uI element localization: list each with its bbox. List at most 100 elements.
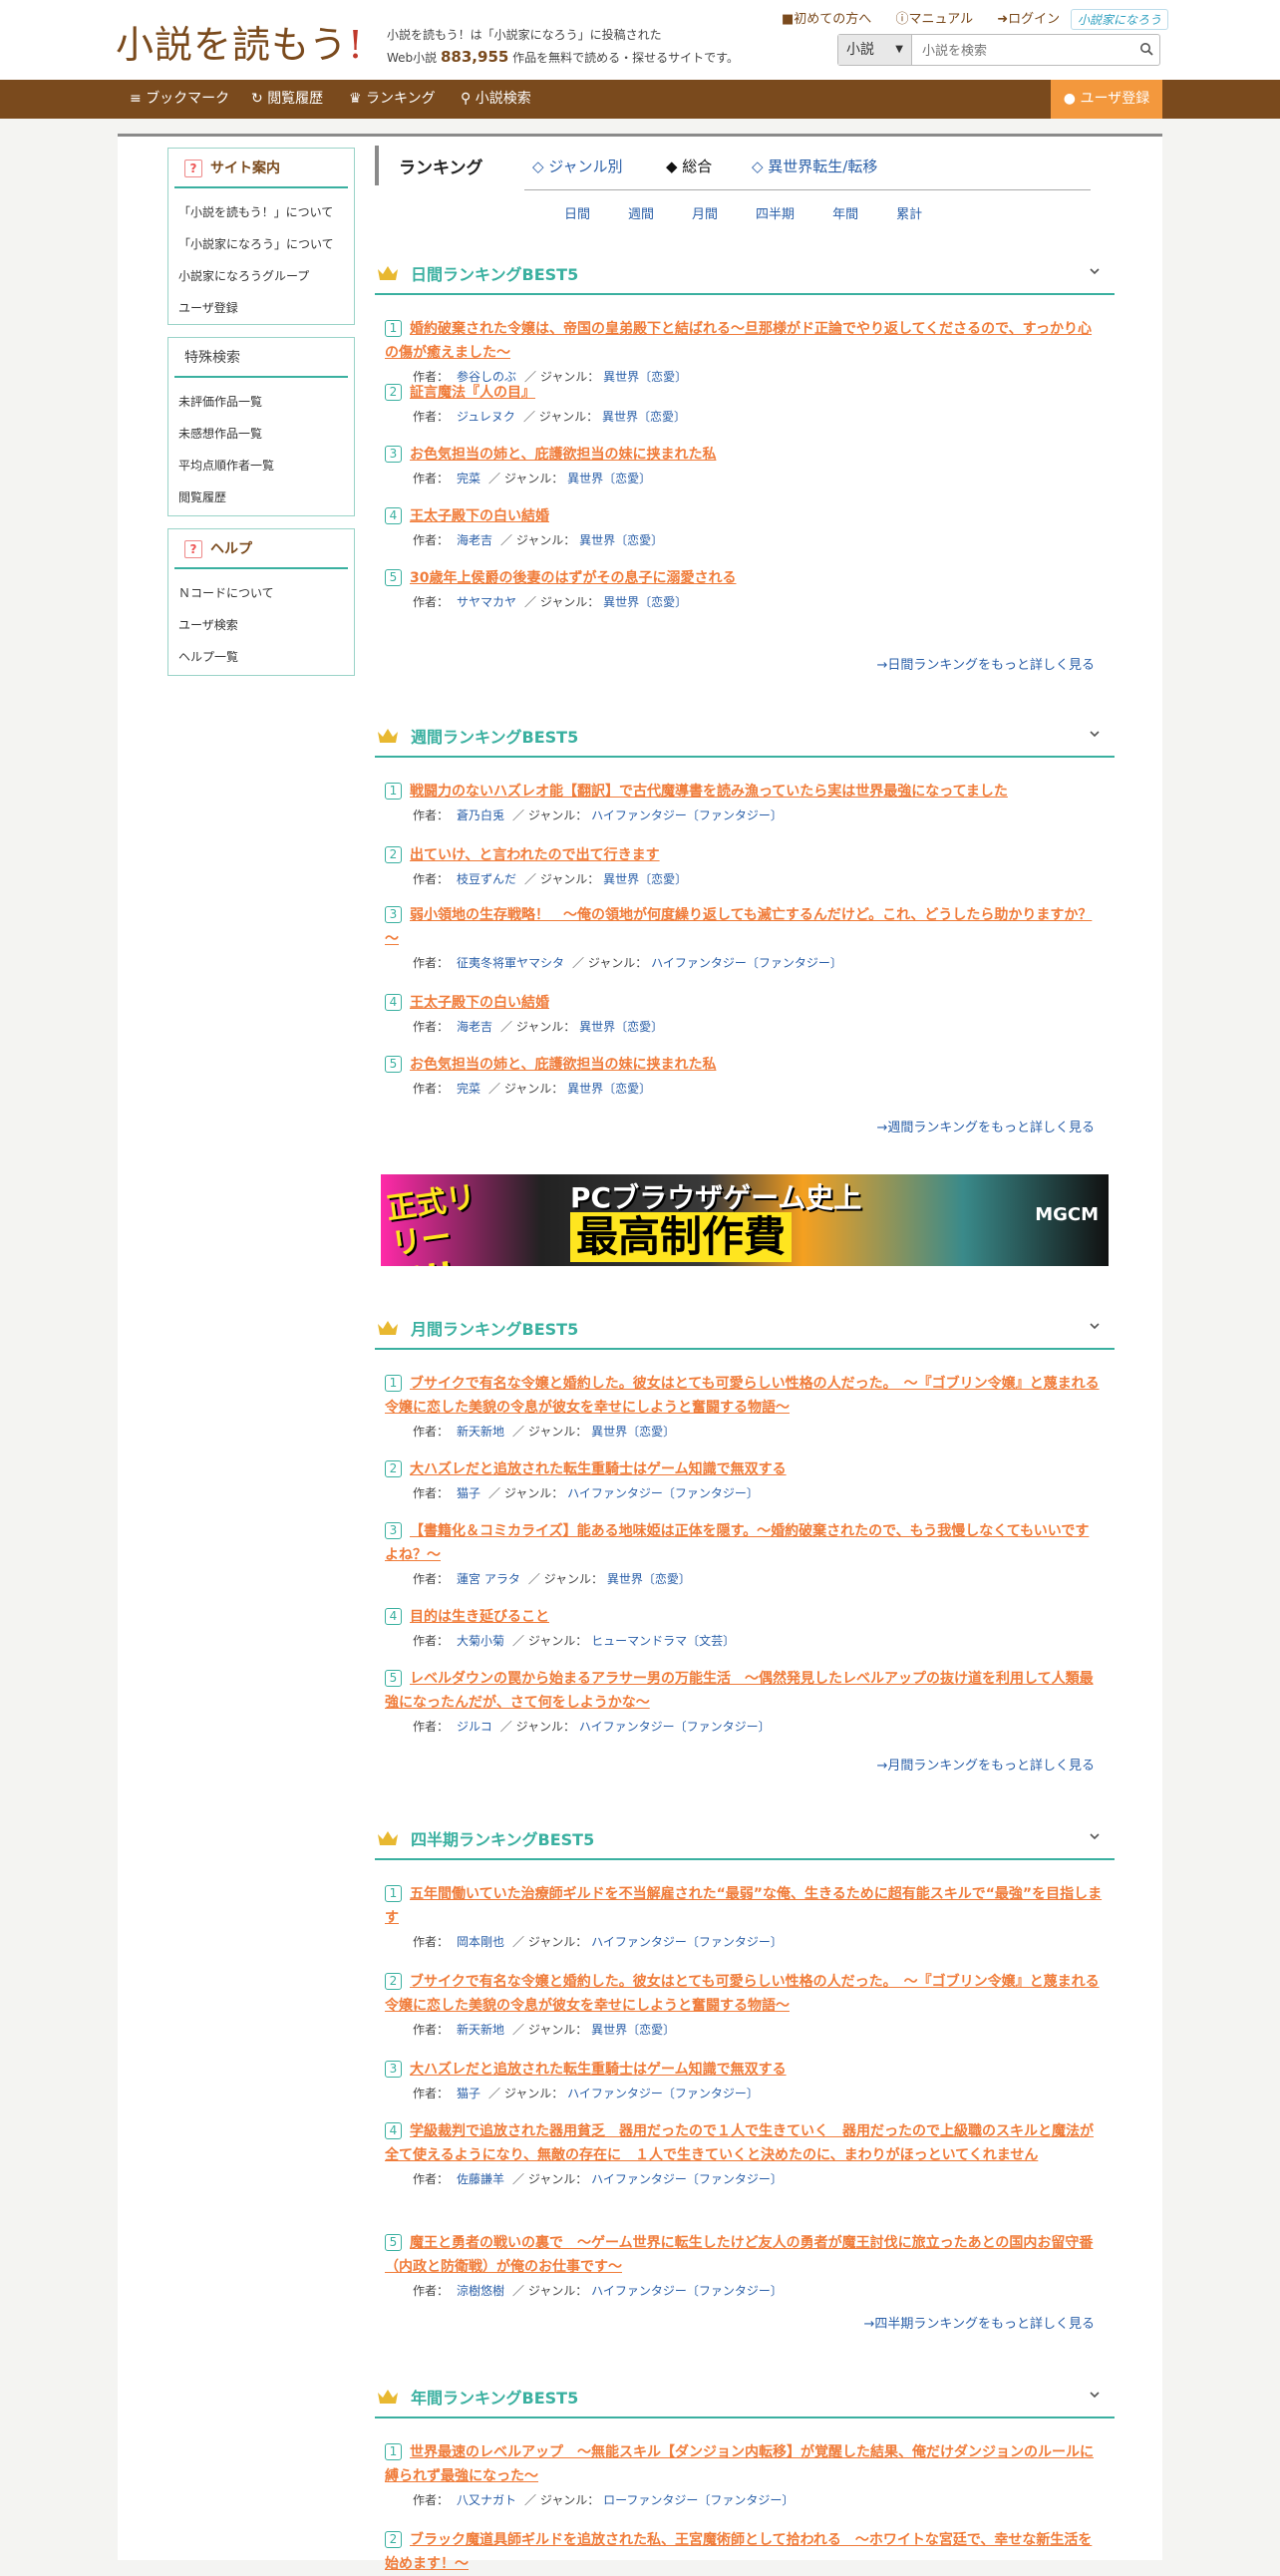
more-ranking-link[interactable]: →日間ランキングをもっと詳しく見る (375, 654, 1095, 673)
entry-title-link[interactable]: 1 婚約破棄された令嬢は、帝国の皇弟殿下と結ばれる～旦那様がド正論でやり返してくだ… (385, 317, 1103, 365)
author-link[interactable]: 猫子 (457, 2087, 480, 2100)
entry-title-link[interactable]: 3 お色気担当の姉と、庇護欲担当の妹に挟まれた私 (385, 443, 1103, 467)
entry-title-link[interactable]: 5 魔王と勇者の戦いの裏で ～ゲーム世界に転生したけど友人の勇者が魔王討伐に旅立っ… (385, 2231, 1103, 2279)
sidebar-item[interactable]: 「小説家になろう」について (168, 228, 354, 260)
author-link[interactable]: 大菊小菊 (457, 1634, 504, 1648)
author-link[interactable]: 征夷冬将軍ヤマシタ (457, 956, 564, 970)
genre-link[interactable]: 異世界〔恋愛〕 (591, 2023, 675, 2037)
period-total[interactable]: 累計 (896, 207, 922, 222)
section-header[interactable]: 日間ランキングBEST5 (375, 251, 1115, 295)
sidebar-item[interactable]: 閲覧履歴 (168, 482, 354, 513)
entry-title-link[interactable]: 4 王太子殿下の白い結婚 (385, 504, 1103, 528)
section-header[interactable]: 月間ランキングBEST5 (375, 1306, 1115, 1350)
nav-history[interactable]: ↻ 閲覧履歴 (251, 80, 323, 119)
more-ranking-link[interactable]: →月間ランキングをもっと詳しく見る (375, 1755, 1095, 1773)
period-monthly[interactable]: 月間 (692, 207, 718, 222)
nav-bookmark[interactable]: ≡ ブックマーク (130, 80, 229, 119)
chevron-down-icon[interactable] (1089, 728, 1101, 740)
genre-link[interactable]: ハイファンタジー〔ファンタジー〕 (591, 2284, 783, 2298)
entry-title-link[interactable]: 2 証言魔法『人の目』 (385, 381, 1103, 405)
entry-title-link[interactable]: 4 目的は生き延びること (385, 1605, 1103, 1629)
section-header[interactable]: 週間ランキングBEST5 (375, 714, 1115, 758)
link-manual[interactable]: ⓘマニュアル (895, 12, 983, 27)
link-beginners[interactable]: ■初めての方へ (782, 12, 881, 27)
sidebar-item[interactable]: ヘルプ一覧 (168, 641, 354, 673)
entry-title-link[interactable]: 5 レベルダウンの罠から始まるアラサー男の万能生活 ～偶然発見したレベルアップの抜… (385, 1667, 1103, 1715)
chevron-down-icon[interactable] (1089, 2389, 1101, 2401)
nav-ranking[interactable]: ♛ ランキング (349, 80, 436, 119)
sidebar-item[interactable]: 「小説を読もう！」について (168, 196, 354, 228)
author-link[interactable]: 猫子 (457, 1486, 480, 1500)
entry-title-link[interactable]: 2 大ハズレだと追放された転生重騎士はゲーム知識で無双する (385, 1457, 1103, 1481)
period-weekly[interactable]: 週間 (628, 207, 654, 222)
sidebar-item[interactable]: ユーザ検索 (168, 609, 354, 641)
nav-search[interactable]: ⚲ 小説検索 (461, 80, 531, 119)
author-link[interactable]: 新天新地 (457, 1425, 504, 1439)
author-link[interactable]: 蒼乃白兎 (457, 808, 504, 822)
author-link[interactable]: 新天新地 (457, 2023, 504, 2037)
genre-link[interactable]: 異世界〔恋愛〕 (603, 595, 687, 609)
author-link[interactable]: 完菜 (457, 1082, 480, 1096)
sidebar-item[interactable]: 小説家になろうグループ (168, 260, 354, 292)
site-logo[interactable]: 小説を読もう! (116, 14, 364, 69)
genre-link[interactable]: 異世界〔恋愛〕 (579, 1020, 663, 1034)
user-register-button[interactable]: ● ユーザ登録 (1051, 80, 1162, 119)
sidebar-item[interactable]: 平均点順作者一覧 (168, 450, 354, 482)
sidebar-item[interactable]: Ｎコードについて (168, 577, 354, 609)
entry-title-link[interactable]: 2 出ていけ、と言われたので出て行きます (385, 843, 1103, 867)
genre-link[interactable]: 異世界〔恋愛〕 (607, 1572, 691, 1586)
genre-link[interactable]: ハイファンタジー〔ファンタジー〕 (567, 2087, 759, 2100)
author-link[interactable]: 海老吉 (457, 533, 492, 547)
search-category-select[interactable]: 小説 ▼ (838, 35, 912, 65)
author-link[interactable]: ジルコ (457, 1720, 492, 1734)
entry-title-link[interactable]: 3 弱小領地の生存戦略！ ～俺の領地が何度繰り返しても滅亡するんだけど。これ、どう… (385, 903, 1103, 951)
entry-title-link[interactable]: 1 ブサイクで有名な令嬢と婚約した。彼女はとても可愛らしい性格の人だった。 ～『ゴ… (385, 1372, 1103, 1420)
author-link[interactable]: サヤマカヤ (457, 595, 516, 609)
genre-link[interactable]: 異世界〔恋愛〕 (591, 1425, 675, 1439)
entry-title-link[interactable]: 4 王太子殿下の白い結婚 (385, 991, 1103, 1015)
section-header[interactable]: 年間ランキングBEST5 (375, 2375, 1115, 2418)
tab-isekai[interactable]: ◇ 異世界転生/転移 (752, 156, 877, 176)
genre-link[interactable]: ハイファンタジー〔ファンタジー〕 (567, 1486, 759, 1500)
entry-title-link[interactable]: 3 大ハズレだと追放された転生重騎士はゲーム知識で無双する (385, 2058, 1103, 2082)
chevron-down-icon[interactable] (1089, 265, 1101, 277)
author-link[interactable]: 枝豆ずんだ (457, 872, 516, 886)
period-yearly[interactable]: 年間 (832, 207, 858, 222)
chevron-down-icon[interactable] (1089, 1320, 1101, 1332)
entry-title-link[interactable]: 1 戦闘力のないハズレオ能【翻訳】で古代魔導書を読み漁っていたら実は世界最強になっ… (385, 780, 1103, 804)
genre-link[interactable]: ハイファンタジー〔ファンタジー〕 (591, 808, 783, 822)
entry-title-link[interactable]: 2 ブラック魔道具師ギルドを追放された私、王宮魔術師として拾われる ～ホワイトな宮… (385, 2528, 1103, 2576)
author-link[interactable]: ジュレヌク (457, 410, 515, 424)
genre-link[interactable]: 異世界〔恋愛〕 (579, 533, 663, 547)
sidebar-item[interactable]: ユーザ登録 (168, 292, 354, 324)
author-link[interactable]: 八又ナガト (457, 2493, 516, 2507)
genre-link[interactable]: ヒューマンドラマ〔文芸〕 (591, 1634, 735, 1648)
genre-link[interactable]: 異世界〔恋愛〕 (567, 472, 651, 485)
ad-banner[interactable]: 正式リリース!! PCブラウザゲーム史上 最高制作費 MGCM (381, 1174, 1109, 1266)
entry-title-link[interactable]: 4 学級裁判で追放された器用貧乏 器用だったので１人で生きていく 器用だったので上… (385, 2119, 1103, 2167)
chevron-down-icon[interactable] (1089, 1830, 1101, 1842)
genre-link[interactable]: ハイファンタジー〔ファンタジー〕 (579, 1720, 771, 1734)
sidebar-item[interactable]: 未評価作品一覧 (168, 386, 354, 418)
author-link[interactable]: 佐藤謙羊 (457, 2172, 504, 2186)
entry-title-link[interactable]: 2 ブサイクで有名な令嬢と婚約した。彼女はとても可愛らしい性格の人だった。 ～『ゴ… (385, 1970, 1103, 2018)
genre-link[interactable]: ハイファンタジー〔ファンタジー〕 (651, 956, 842, 970)
entry-title-link[interactable]: 5 30歳年上侯爵の後妻のはずがその息子に溺愛される (385, 566, 1103, 590)
genre-link[interactable]: ハイファンタジー〔ファンタジー〕 (591, 2172, 783, 2186)
author-link[interactable]: 岡本剛也 (457, 1935, 504, 1949)
genre-link[interactable]: 異世界〔恋愛〕 (602, 410, 686, 424)
genre-link[interactable]: ローファンタジー〔ファンタジー〕 (603, 2493, 794, 2507)
genre-link[interactable]: ハイファンタジー〔ファンタジー〕 (591, 1935, 783, 1949)
search-icon[interactable] (1139, 42, 1153, 56)
section-header[interactable]: 四半期ランキングBEST5 (375, 1816, 1115, 1860)
period-daily[interactable]: 日間 (564, 207, 590, 222)
genre-link[interactable]: 異世界〔恋愛〕 (567, 1082, 651, 1096)
entry-title-link[interactable]: 3 【書籍化＆コミカライズ】能ある地味姫は正体を隠す。～婚約破棄されたので、もう我… (385, 1519, 1103, 1567)
author-link[interactable]: 海老吉 (457, 1020, 492, 1034)
genre-link[interactable]: 異世界〔恋愛〕 (603, 872, 687, 886)
author-link[interactable]: 涼樹悠樹 (457, 2284, 504, 2298)
author-link[interactable]: 完菜 (457, 472, 480, 485)
sidebar-item[interactable]: 未感想作品一覧 (168, 418, 354, 450)
tab-total[interactable]: ◆ 総合 (666, 156, 712, 176)
narou-logo[interactable]: 小説家になろう (1071, 9, 1169, 30)
